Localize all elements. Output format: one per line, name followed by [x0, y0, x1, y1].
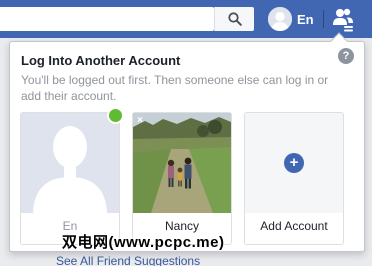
dropdown-title: Log Into Another Account [21, 53, 181, 68]
avatar [268, 7, 292, 31]
facebook-page: En Log Into Another Account ? You'll be … [0, 0, 372, 266]
switch-account-dropdown: Log Into Another Account ? You'll be log… [9, 41, 365, 252]
search-button[interactable] [214, 7, 254, 31]
add-account-area: + [245, 113, 343, 213]
silhouette-avatar [21, 113, 119, 213]
watermark-text: 双电网(www.pcpc.me) [62, 234, 225, 251]
search-icon [227, 12, 242, 26]
see-all-friend-suggestions-link[interactable]: See All Friend Suggestions [56, 254, 200, 266]
profile-link[interactable]: En [268, 7, 314, 31]
help-icon[interactable]: ? [338, 48, 354, 64]
remove-account-icon[interactable]: × [137, 116, 147, 126]
top-navigation-bar: En [0, 0, 372, 38]
account-card-nancy[interactable]: × Nancy [132, 112, 232, 245]
default-avatar-icon [268, 7, 292, 31]
online-status-dot [107, 107, 124, 124]
plus-icon: + [284, 153, 304, 173]
dropdown-description: You'll be logged out first. Then someone… [21, 73, 329, 103]
friends-icon [333, 8, 353, 32]
nancy-photo [133, 113, 231, 213]
account-label: Add Account [260, 219, 328, 233]
family-walking-photo [133, 113, 231, 213]
switch-accounts-button[interactable] [330, 5, 356, 33]
profile-name: En [297, 11, 314, 27]
nav-divider [323, 10, 324, 28]
default-person-icon [21, 113, 119, 213]
add-account-card[interactable]: + Add Account [244, 112, 344, 245]
search-input[interactable] [0, 7, 214, 31]
account-card-en[interactable]: En [20, 112, 120, 245]
